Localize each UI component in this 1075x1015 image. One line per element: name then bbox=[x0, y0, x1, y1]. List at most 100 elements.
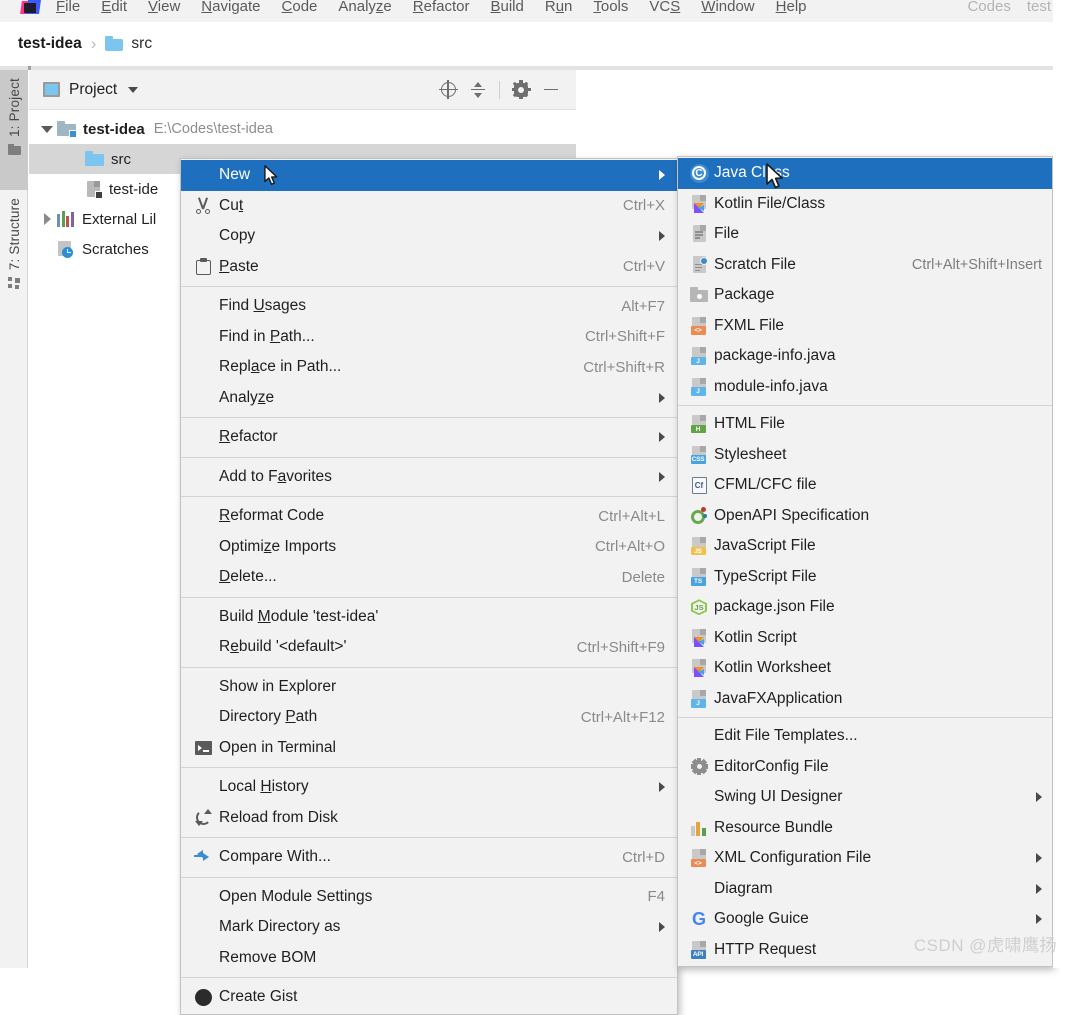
submenu-item-file[interactable]: File bbox=[678, 219, 1052, 250]
menu-item-find-usages[interactable]: Find Usages Alt+F7 bbox=[181, 291, 677, 322]
cfml-file-icon: Cf bbox=[686, 476, 712, 494]
breadcrumb[interactable]: test-idea › src bbox=[0, 22, 1075, 66]
menu-item-mark-directory-as[interactable]: Mark Directory as bbox=[181, 912, 677, 943]
submenu-item-package[interactable]: Package bbox=[678, 280, 1052, 311]
submenu-item-package-info-java[interactable]: Jpackage-info.java bbox=[678, 341, 1052, 372]
menu-item-remove-bom[interactable]: Remove BOM bbox=[181, 943, 677, 974]
submenu-item-java-class[interactable]: C Java Class bbox=[678, 158, 1052, 189]
menu-item-cut[interactable]: Cut Ctrl+X bbox=[181, 191, 677, 222]
menu-item-find-in-path[interactable]: Find in Path... Ctrl+Shift+F bbox=[181, 322, 677, 353]
hide-button[interactable] bbox=[536, 76, 566, 104]
breadcrumb-current[interactable]: src bbox=[131, 35, 152, 53]
menu-item-open-module-settings[interactable]: Open Module Settings F4 bbox=[181, 882, 677, 913]
submenu-item-openapi-specification[interactable]: OpenAPI Specification bbox=[678, 501, 1052, 532]
sidebar-item-project[interactable]: 1: Project bbox=[0, 70, 28, 190]
menu-vcs[interactable]: VCS bbox=[649, 0, 680, 15]
menu-item-analyze[interactable]: Analyze bbox=[181, 383, 677, 414]
submenu-item-resource-bundle[interactable]: Resource Bundle bbox=[678, 813, 1052, 844]
menu-item-delete[interactable]: Delete... Delete bbox=[181, 562, 677, 593]
menu-build[interactable]: Build bbox=[490, 0, 523, 15]
menu-item-copy[interactable]: Copy bbox=[181, 221, 677, 252]
main-menu-bar[interactable]: File Edit View Navigate Code Analyze Refactor B… bbox=[0, 0, 1075, 22]
paste-icon bbox=[191, 258, 215, 276]
chevron-down-icon[interactable] bbox=[128, 86, 139, 93]
menu-item-compare-with[interactable]: Compare With... Ctrl+D bbox=[181, 842, 677, 873]
new-submenu[interactable]: C Java Class Kotlin File/Class File Scratch … bbox=[677, 156, 1053, 967]
menu-item-paste[interactable]: Paste Ctrl+V bbox=[181, 252, 677, 283]
menu-item-build-module-test-idea[interactable]: Build Module 'test-idea' bbox=[181, 602, 677, 633]
chevron-right-icon bbox=[1036, 914, 1042, 925]
menu-navigate[interactable]: Navigate bbox=[201, 0, 260, 15]
submenu-item-html-file[interactable]: H HTML File bbox=[678, 409, 1052, 440]
typescript-file-icon: TS bbox=[686, 567, 712, 586]
submenu-item-javascript-file[interactable]: JS JavaScript File bbox=[678, 531, 1052, 562]
submenu-item-module-info-java[interactable]: Jmodule-info.java bbox=[678, 372, 1052, 403]
menu-item-rebuild-default[interactable]: Rebuild '<default>' Ctrl+Shift+F9 bbox=[181, 632, 677, 663]
submenu-item-kotlin-worksheet[interactable]: Kotlin Worksheet bbox=[678, 653, 1052, 684]
menu-item-shortcut: Delete bbox=[621, 568, 665, 586]
collapse-all-button[interactable] bbox=[463, 76, 493, 104]
menu-item-reload-from-disk[interactable]: Reload from Disk bbox=[181, 803, 677, 834]
resource-bundle-icon bbox=[686, 820, 712, 836]
submenu-item-http-request[interactable]: API HTTP Request bbox=[678, 935, 1052, 966]
menu-file[interactable]: File bbox=[56, 0, 80, 15]
sidebar-item-project-label: 1: Project bbox=[6, 78, 22, 138]
breadcrumb-project[interactable]: test-idea bbox=[18, 35, 82, 53]
menu-item-refactor[interactable]: Refactor bbox=[181, 422, 677, 453]
menu-separator bbox=[181, 496, 677, 497]
menu-code[interactable]: Code bbox=[282, 0, 318, 15]
submenu-item-swing-ui-designer[interactable]: Swing UI Designer bbox=[678, 782, 1052, 813]
submenu-item-typescript-file[interactable]: TS TypeScript File bbox=[678, 562, 1052, 593]
menu-item-create-gist[interactable]: Create Gist bbox=[181, 982, 677, 1013]
tree-node-test-idea[interactable]: test-idea E:\Codes\test-idea bbox=[29, 114, 576, 144]
folder-icon bbox=[105, 36, 124, 51]
menu-item-local-history[interactable]: Local History bbox=[181, 772, 677, 803]
menu-item-replace-in-path[interactable]: Replace in Path... Ctrl+Shift+R bbox=[181, 352, 677, 383]
menu-item-directory-path[interactable]: Directory Path Ctrl+Alt+F12 bbox=[181, 702, 677, 733]
submenu-item-scratch-file[interactable]: Scratch File Ctrl+Alt+Shift+Insert bbox=[678, 250, 1052, 281]
menu-refactor[interactable]: Refactor bbox=[413, 0, 470, 15]
submenu-item-diagram[interactable]: Diagram bbox=[678, 874, 1052, 905]
submenu-item-xml-configuration-file[interactable]: <> XML Configuration File bbox=[678, 843, 1052, 874]
iml-file-icon bbox=[85, 180, 103, 199]
menu-edit[interactable]: Edit bbox=[101, 0, 127, 15]
submenu-item-stylesheet[interactable]: CSS Stylesheet bbox=[678, 440, 1052, 471]
submenu-item-javafxapplication[interactable]: J JavaFXApplication bbox=[678, 684, 1052, 715]
menu-item-reformat-code[interactable]: Reformat Code Ctrl+Alt+L bbox=[181, 501, 677, 532]
menu-help[interactable]: Help bbox=[776, 0, 807, 15]
menu-item-optimize-imports[interactable]: Optimize Imports Ctrl+Alt+O bbox=[181, 532, 677, 563]
submenu-item-edit-file-templates[interactable]: Edit File Templates... bbox=[678, 721, 1052, 752]
submenu-item-kotlin-script[interactable]: Kotlin Script bbox=[678, 623, 1052, 654]
settings-button[interactable] bbox=[506, 76, 536, 104]
menu-item-show-in-explorer[interactable]: Show in Explorer bbox=[181, 672, 677, 703]
submenu-item-fxml-file[interactable]: <> FXML File bbox=[678, 311, 1052, 342]
menu-window[interactable]: Window bbox=[701, 0, 754, 15]
submenu-item-cfml-cfc-file[interactable]: Cf CFML/CFC file bbox=[678, 470, 1052, 501]
tree-node-label: External Lil bbox=[82, 210, 157, 228]
xml-file-icon: <> bbox=[686, 849, 712, 868]
menu-item-label: Refactor bbox=[219, 428, 278, 446]
minus-icon bbox=[542, 81, 560, 99]
menu-item-open-in-terminal[interactable]: Open in Terminal bbox=[181, 733, 677, 764]
scratches-icon bbox=[57, 240, 75, 258]
menu-item-add-to-favorites[interactable]: Add to Favorites bbox=[181, 462, 677, 493]
menu-view[interactable]: View bbox=[148, 0, 180, 15]
menu-tools[interactable]: Tools bbox=[593, 0, 628, 15]
java-file-icon: J bbox=[686, 689, 712, 708]
menu-run[interactable]: Run bbox=[545, 0, 573, 15]
select-opened-file-button[interactable] bbox=[433, 76, 463, 104]
chevron-down-icon[interactable] bbox=[37, 125, 57, 133]
java-file-icon: J bbox=[686, 347, 712, 366]
typescript-file-icon: TS bbox=[690, 567, 708, 586]
menu-item-new[interactable]: New bbox=[181, 160, 677, 191]
submenu-item-label: Kotlin Script bbox=[714, 628, 797, 646]
submenu-item-kotlin-file-class[interactable]: Kotlin File/Class bbox=[678, 189, 1052, 220]
sidebar-item-structure[interactable]: 7: Structure bbox=[0, 190, 28, 310]
context-menu[interactable]: New Cut Ctrl+X Copy Paste Ctrl+V Find Usages Al… bbox=[180, 158, 678, 1015]
submenu-item-editorconfig-file[interactable]: EditorConfig File bbox=[678, 752, 1052, 783]
chevron-right-icon[interactable] bbox=[37, 213, 57, 225]
left-tool-window-bar[interactable]: 1: Project 7: Structure bbox=[0, 70, 28, 968]
submenu-item-package-json-file[interactable]: JS package.json File bbox=[678, 592, 1052, 623]
submenu-item-google-guice[interactable]: G Google Guice bbox=[678, 904, 1052, 935]
menu-analyze[interactable]: Analyze bbox=[338, 0, 391, 15]
